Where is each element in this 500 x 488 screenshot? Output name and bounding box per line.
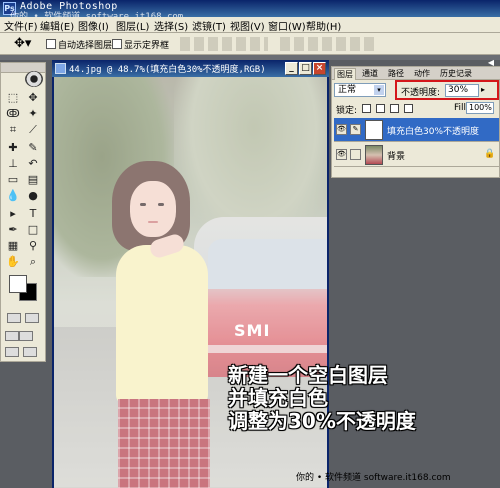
- opacity-input[interactable]: 30%: [445, 84, 479, 97]
- document-title-bar[interactable]: 44.jpg @ 48.7%(填充白色30%不透明度,RGB) _ □ ×: [52, 60, 329, 77]
- panel-tabs: 图层 通道 路径 动作 历史记录: [332, 67, 500, 80]
- brush-tool-icon[interactable]: ✎: [25, 141, 41, 155]
- options-bar: ✥▾ 自动选择图层 显示定界框: [0, 33, 500, 55]
- tab-channels[interactable]: 通道: [360, 68, 380, 80]
- auto-select-checkbox[interactable]: [46, 39, 56, 49]
- minimize-button[interactable]: _: [285, 62, 298, 75]
- dodge-tool-icon[interactable]: ●: [25, 189, 41, 203]
- layer-row-background[interactable]: 👁 背景 🔒: [334, 143, 499, 167]
- jump-to-imageready-button[interactable]: [5, 347, 19, 357]
- eraser-tool-icon[interactable]: ▭: [5, 173, 21, 187]
- fill-input[interactable]: 100%: [466, 102, 494, 114]
- menu-window[interactable]: 窗口(W): [268, 18, 306, 33]
- document-icon: [55, 63, 66, 74]
- menu-help[interactable]: 帮助(H): [306, 18, 341, 33]
- color-swatches[interactable]: [7, 273, 41, 303]
- link-icon: [350, 149, 361, 160]
- lock-pixels-icon[interactable]: [376, 104, 385, 113]
- lock-icon: 🔒: [484, 149, 496, 159]
- app-title-bar: Ps Adobe Photoshop 你的 • 软件频道 software.it…: [0, 0, 500, 22]
- menu-filter[interactable]: 滤镜(T): [192, 18, 226, 33]
- menu-image[interactable]: 图像(I): [78, 18, 109, 33]
- layer-thumbnail-photo: [365, 145, 383, 165]
- lock-transparency-icon[interactable]: [362, 104, 371, 113]
- eye-visibility-icon[interactable]: 👁: [336, 149, 347, 160]
- type-tool-icon[interactable]: T: [25, 207, 41, 221]
- align-buttons-icon[interactable]: [180, 37, 268, 51]
- fullscreen-menu-button[interactable]: [19, 331, 33, 341]
- layer-name: 填充白色30%不透明度: [387, 127, 480, 137]
- marquee-tool-icon[interactable]: ⬚: [5, 91, 21, 105]
- caption-line-2: 并填充白色: [228, 386, 328, 410]
- crop-tool-icon[interactable]: ⌗: [5, 123, 21, 137]
- menu-select[interactable]: 选择(S): [154, 18, 188, 33]
- notes-tool-icon[interactable]: ▦: [5, 239, 21, 253]
- opacity-highlight: 不透明度: 30% ▸: [395, 80, 499, 100]
- opacity-label: 不透明度:: [401, 88, 441, 98]
- slice-tool-icon[interactable]: ⟋: [25, 123, 41, 137]
- menu-view[interactable]: 视图(V): [230, 18, 265, 33]
- caption-line-3: 调整为30%不透明度: [228, 409, 416, 433]
- menu-bar: 文件(F) 编辑(E) 图像(I) 图层(L) 选择(S) 滤镜(T) 视图(V…: [0, 17, 500, 33]
- lock-all-icon[interactable]: [404, 104, 413, 113]
- tab-history[interactable]: 历史记录: [438, 68, 474, 80]
- menu-file[interactable]: 文件(F): [4, 18, 38, 33]
- distribute-buttons-icon[interactable]: [280, 37, 376, 51]
- fullscreen-button[interactable]: [23, 347, 37, 357]
- lasso-tool-icon[interactable]: ↂ: [5, 107, 21, 121]
- close-button[interactable]: ×: [313, 62, 326, 75]
- show-bounds-checkbox[interactable]: [112, 39, 122, 49]
- paintbrush-icon: ✎: [350, 124, 361, 135]
- adobe-eye-icon[interactable]: [25, 71, 43, 87]
- magic-wand-icon[interactable]: ✦: [25, 107, 41, 121]
- blend-mode-select[interactable]: 正常 ▾: [334, 83, 386, 97]
- screen-mode-button[interactable]: [5, 331, 19, 341]
- auto-select-label: 自动选择图层: [58, 41, 113, 51]
- toolbox: ⬚ ✥ ↂ ✦ ⌗ ⟋ ✚ ✎ ⊥ ↶ ▭ ▤ 💧 ● ▸ T ✒ □ ▦ ⚲ …: [0, 62, 46, 362]
- layer-name: 背景: [387, 152, 406, 162]
- maximize-button[interactable]: □: [299, 62, 312, 75]
- hand-tool-icon[interactable]: ✋: [5, 255, 21, 269]
- show-bounds-label: 显示定界框: [124, 41, 170, 51]
- menu-edit[interactable]: 编辑(E): [40, 18, 74, 33]
- tab-paths[interactable]: 路径: [386, 68, 406, 80]
- healing-brush-icon[interactable]: ✚: [5, 141, 21, 155]
- move-tool-icon-2[interactable]: ✥: [25, 91, 41, 105]
- layer-thumbnail-white: [365, 120, 383, 140]
- move-tool-icon[interactable]: ✥▾: [14, 36, 31, 51]
- standard-mode-button[interactable]: [7, 313, 21, 323]
- lock-position-icon[interactable]: [390, 104, 399, 113]
- lock-row: 锁定: Fill: 100%: [334, 102, 499, 116]
- layers-panel: 图层 通道 路径 动作 历史记录 正常 ▾ 不透明度: 30% ▸ 锁定: Fi…: [331, 66, 500, 178]
- opacity-slider-arrow-icon[interactable]: ▸: [481, 85, 485, 94]
- tab-layers[interactable]: 图层: [334, 68, 356, 80]
- blend-mode-value: 正常: [338, 85, 357, 95]
- caption-line-1: 新建一个空白图层: [228, 363, 388, 387]
- chevron-down-icon[interactable]: ▾: [374, 85, 384, 95]
- shape-tool-icon[interactable]: □: [25, 223, 41, 237]
- tab-actions[interactable]: 动作: [412, 68, 432, 80]
- quick-mask-button[interactable]: [25, 313, 39, 323]
- zoom-tool-icon[interactable]: ⌕: [25, 255, 41, 269]
- gradient-tool-icon[interactable]: ▤: [25, 173, 41, 187]
- eyedropper-icon[interactable]: ⚲: [25, 239, 41, 253]
- history-brush-icon[interactable]: ↶: [25, 157, 41, 171]
- menu-layer[interactable]: 图层(L): [116, 18, 149, 33]
- path-select-icon[interactable]: ▸: [5, 207, 21, 221]
- lock-label: 锁定:: [336, 106, 358, 116]
- pen-tool-icon[interactable]: ✒: [5, 223, 21, 237]
- clone-stamp-icon[interactable]: ⊥: [5, 157, 21, 171]
- layer-row-fill-white[interactable]: 👁 ✎ 填充白色30%不透明度: [334, 118, 499, 142]
- watermark-bottom: 你的 • 软件频道 software.it168.com: [296, 473, 451, 483]
- caption-overlay: 新建一个空白图层 并填充白色 调整为30%不透明度: [228, 364, 500, 433]
- document-title: 44.jpg @ 48.7%(填充白色30%不透明度,RGB): [69, 65, 266, 75]
- blur-tool-icon[interactable]: 💧: [5, 189, 21, 203]
- eye-visibility-icon[interactable]: 👁: [336, 124, 347, 135]
- foreground-color-swatch[interactable]: [9, 275, 27, 293]
